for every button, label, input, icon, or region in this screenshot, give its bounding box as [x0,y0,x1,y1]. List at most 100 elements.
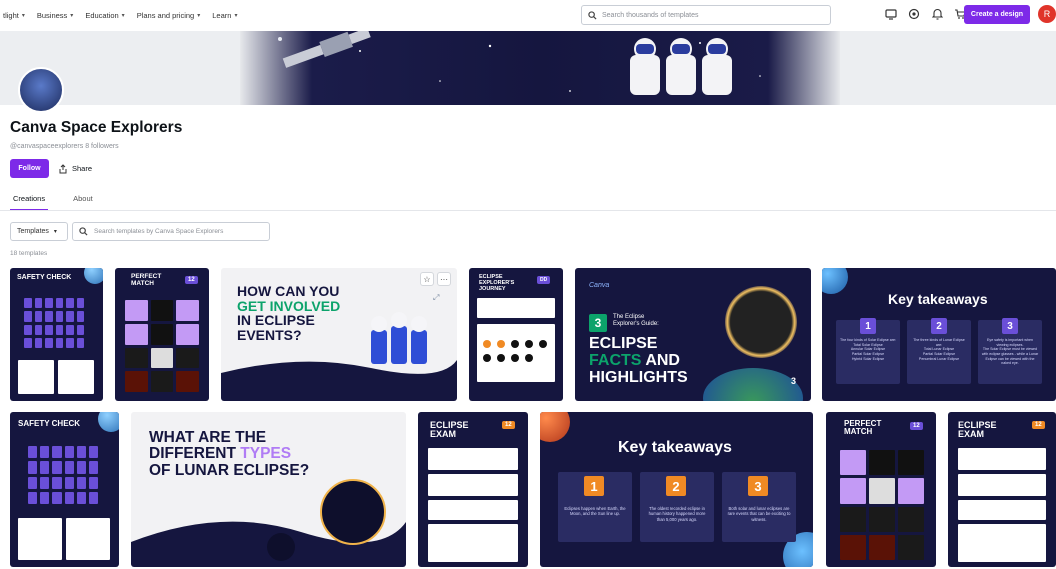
chevron-down-icon: ▾ [121,12,125,19]
nav-item-education[interactable]: Education ▾ [85,11,124,20]
global-search-input[interactable]: Search thousands of templates [581,5,831,25]
nav-item-label: Plans and pricing [136,10,195,20]
question-box [428,448,518,470]
panel-text: Eclipses happen when Earth, the Moon, an… [564,506,626,517]
template-search-input[interactable]: Search templates by Canva Space Explorer… [72,222,270,241]
card-badge: 12 [1032,421,1045,429]
tabs-divider [0,210,1056,211]
panel-text: The four kinds of Solar Eclipse are: Tota… [839,338,897,361]
panel-item: Total Lunar Eclipse [923,347,955,352]
profile-banner [0,31,1056,105]
nav-item-business[interactable]: Business ▾ [37,11,73,20]
template-card-safety-check[interactable]: SAFETY CHECK [10,268,103,401]
template-card-get-involved[interactable]: HOW CAN YOU GET INVOLVED IN ECLIPSE EVEN… [221,268,457,401]
template-search-placeholder: Search templates by Canva Space Explorer… [94,228,224,235]
template-card-explorers-journey[interactable]: ECLIPSE EXPLORER'S JOURNEY DD [469,268,563,401]
more-options-icon[interactable]: ··· [437,272,451,286]
profile-avatar [18,67,64,113]
panel-heading: The four kinds of Solar Eclipse are: [840,338,896,342]
templates-filter-dropdown[interactable]: Templates ▾ [10,222,68,241]
share-icon [59,163,67,173]
template-card-perfect-match[interactable]: PERFECT MATCH 12 [115,268,209,401]
chevron-down-icon: ▾ [70,12,74,19]
card-title-line: MATCH [844,427,873,437]
question-box [958,524,1046,562]
panel-item: Hybrid Solar Eclipse [851,356,885,361]
question-box [958,474,1046,496]
card-title-line: FACTS [589,351,642,369]
template-card-eclipse-facts[interactable]: Canva 3 The Eclipse Explorer's Guide: ECL… [575,268,811,401]
takeaway-panel: 2 The three kinds of Lunar Eclipse are: T… [907,318,971,384]
template-card-perfect-match-2[interactable]: PERFECT MATCH 12 [826,412,936,567]
match-grid [125,300,199,392]
takeaway-panel: 1 Eclipses happen when Earth, the Moon, … [558,472,632,542]
card-title-line: EXAM [958,429,985,440]
nav-item-learn[interactable]: Learn ▾ [212,11,237,20]
earth-image [703,368,803,401]
template-count: 18 templates [10,250,48,257]
nav-item-spotlight[interactable]: tlight ▾ [3,11,25,20]
banner-space-image [240,31,840,105]
star-icon[interactable]: ☆ [420,272,434,286]
match-grid [840,450,924,560]
nav-item-label: Education [85,10,119,20]
template-card-key-takeaways-1[interactable]: Key takeaways 1 The four kinds of Solar … [822,268,1056,401]
takeaway-panel: 2 The oldest recorded eclipse in human h… [640,472,714,542]
card-subtitle-line: Explorer's Guide: [613,321,659,328]
template-card-eclipse-exam-2[interactable]: ECLIPSE EXAM 12 [948,412,1056,567]
chevron-down-icon: ▾ [21,12,25,19]
panel-heading: Eye safety is important when viewing ecl… [987,338,1033,347]
lunar-eclipse-illustration [131,479,406,567]
follow-button[interactable]: Follow [10,159,49,178]
monitor-icon[interactable] [884,7,898,21]
template-card-safety-check-2[interactable]: SAFETY CHECK [10,412,119,567]
profile-tabs: Creations About [10,194,118,211]
corner-number: 3 [791,376,797,386]
profile-name: Canva Space Explorers [10,119,183,136]
panel-number: 3 [1002,318,1018,334]
question-box [958,448,1046,470]
tab-creations[interactable]: Creations [10,194,49,211]
expand-icon[interactable]: ⤢ [433,293,439,303]
card-title-line: ECLIPSE [589,335,658,352]
nav-item-label: Learn [212,10,232,20]
card-badge: 12 [910,422,923,430]
card-title: SAFETY CHECK [18,419,81,428]
panel-text: The three kinds of Lunar Eclipse are: Tot… [910,338,968,361]
crossword-grid [28,446,98,504]
crossword-grid [24,298,84,348]
panel-item: Penumbral Lunar Eclipse [918,356,960,361]
panel-number: 3 [748,476,768,496]
chevron-down-icon: ▾ [197,12,201,19]
search-placeholder: Search thousands of templates [602,11,699,19]
panel-text: Eye safety is important when viewing ecl… [981,338,1039,366]
template-card-key-takeaways-2[interactable]: Key takeaways 1 Eclipses happen when Ear… [540,412,813,567]
template-card-lunar-eclipse-types[interactable]: WHAT ARE THE DIFFERENT TYPES OF LUNAR EC… [131,412,406,567]
share-button[interactable]: Share [58,159,92,178]
earth-icon [98,412,119,432]
clue-box [18,518,62,560]
earth-icon [822,268,848,294]
panel-number: 1 [584,476,604,496]
tab-about[interactable]: About [70,194,96,211]
template-card-eclipse-exam-1[interactable]: ECLIPSE EXAM 12 [418,412,528,567]
sun-icon [540,412,570,442]
card-title: Key takeaways [888,291,988,307]
profile-meta: @canvaspaceexplorers 8 followers [10,143,119,150]
nav-item-label: tlight [3,10,19,20]
settings-icon[interactable] [907,7,921,21]
clue-box [66,518,110,560]
eclipse-image [725,286,797,358]
panel-text: The oldest recorded eclipse in human his… [648,506,706,522]
clue-box [18,360,54,394]
bell-icon[interactable] [930,7,944,21]
panel-item: Partial Solar Eclipse [922,352,956,357]
question-box [428,524,518,562]
create-design-button[interactable]: Create a design [964,5,1030,24]
panel-number: 2 [666,476,686,496]
panel-item: The Solar Eclipse must be viewed with ec… [981,347,1039,366]
search-icon [588,10,597,20]
user-avatar[interactable]: R [1038,5,1056,23]
nav-item-plans[interactable]: Plans and pricing ▾ [137,11,201,20]
card-badge: 12 [185,276,198,284]
